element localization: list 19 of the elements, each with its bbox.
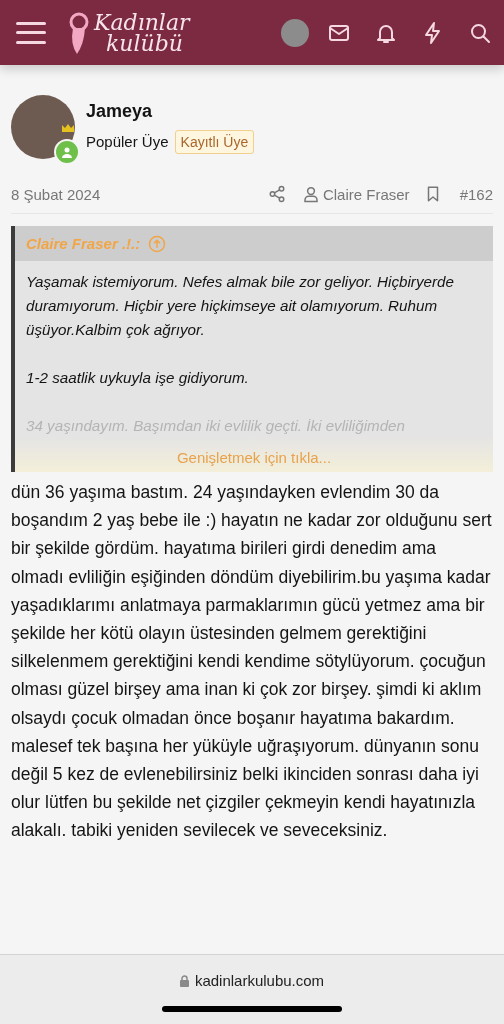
logo-text: kulübü [105,32,184,54]
quote-text: 1-2 saatlik uykuyla işe gidiyorum. [26,368,250,388]
user-rank: Popüler Üye [86,133,169,150]
site-logo[interactable]: Kadınlar kulübü [68,9,190,56]
user-avatar[interactable] [281,18,309,47]
post-number[interactable]: #162 [459,185,493,203]
post-text: dün 36 yaşıma bastım. 24 yaşındayken evlendim 30 da boşandım 2 yaş bebe ile :) hayatın ne kadar zor olduğunu sert bir şekilde gördüm. hayatıma birileri girdi denedim ama olmadı evliliğin eşiğinden döndüm diyebilirim.bu yaşıma kadar yaşadıklarımı anlatmaya parmaklarımın gücü yetmez ama bir şekilde her kötü olayın üstesinden gelmem gerektiğini silkelenmem gerektiğini kendi kendime sötylüyorum. çocuğun olması güzel birşey ama inan ki çok zor birşey. şimdi ki aklım olsaydı çocuk olmadan önce boşanır hayatıma bakardım. malesef tek başına her yüküyle uğraşıyorum. dünyanın sonu değil 5 kez de evlenebilirsiniz belki ikinciden sonrası daha iyi olur lütfen bu şekilde net çizgiler çekmeyin kendi hayatınızla alakalı. tabiki yeniden sevilecek ve seveceksiniz. [11,481,493,843]
person-icon [301,185,320,203]
share-icon[interactable] [267,185,286,203]
post-date[interactable]: 8 Şubat 2024 [11,185,101,203]
username[interactable]: Jameya [86,100,255,122]
lock-icon [179,974,189,987]
menu-icon[interactable] [16,21,46,44]
reply-to-user[interactable]: Claire Fraser [322,185,410,203]
quote-text: Yaşamak istemiyorum. Nefes almak bile zor geliyor. Hiçbiryerde duramıyorum. Hiçbir yere hiçkimseye ait olamıyorum. Ruhum üşüyor.Kalbim çok ağrıyor. [26,272,455,340]
logo-text: Kadınlar [94,11,190,33]
url-text[interactable]: kadinlarkulubu.com [194,972,325,989]
user-badge: Kayıtlı Üye [174,129,255,154]
crown-icon [61,123,75,133]
